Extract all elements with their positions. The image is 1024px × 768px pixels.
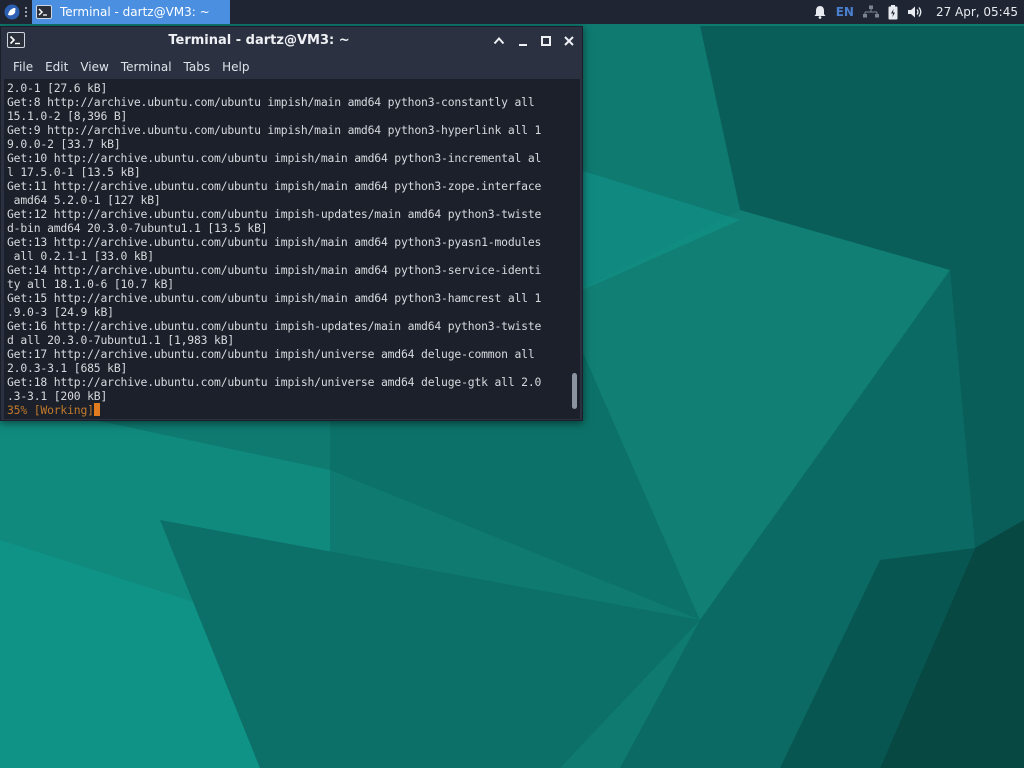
network-button[interactable] bbox=[862, 0, 879, 24]
terminal-line: d all 20.3.0-7ubuntu1.1 [1,983 kB] bbox=[7, 333, 235, 347]
terminal-icon bbox=[36, 5, 52, 19]
terminal-line: Get:14 http://archive.ubuntu.com/ubuntu … bbox=[7, 263, 542, 277]
menu-view[interactable]: View bbox=[76, 55, 116, 79]
notification-bell-icon bbox=[814, 6, 826, 19]
window-title: Terminal - dartz@VM3: ~ bbox=[168, 33, 350, 48]
close-button[interactable] bbox=[561, 33, 577, 49]
terminal-line: Get:11 http://archive.ubuntu.com/ubuntu … bbox=[7, 179, 542, 193]
terminal-line: 2.0.3-3.1 [685 kB] bbox=[7, 361, 128, 375]
whisker-menu-button[interactable] bbox=[1, 1, 23, 23]
terminal-line: all 0.2.1-1 [33.0 kB] bbox=[7, 249, 154, 263]
keyboard-layout-button[interactable]: EN bbox=[836, 0, 854, 24]
terminal-line: d-bin amd64 20.3.0-7ubuntu1.1 [13.5 kB] bbox=[7, 221, 268, 235]
terminal-line: Get:15 http://archive.ubuntu.com/ubuntu … bbox=[7, 291, 542, 305]
menu-tabs[interactable]: Tabs bbox=[180, 55, 219, 79]
taskbar-item-label: Terminal - dartz@VM3: ~ bbox=[60, 5, 210, 19]
maximize-up-icon bbox=[493, 37, 505, 45]
menu-bar: File Edit View Terminal Tabs Help bbox=[1, 55, 582, 79]
terminal-line: Get:16 http://archive.ubuntu.com/ubuntu … bbox=[7, 319, 542, 333]
network-icon bbox=[862, 5, 879, 18]
menu-file[interactable]: File bbox=[1, 55, 41, 79]
terminal-line: amd64 5.2.0-1 [127 kB] bbox=[7, 193, 161, 207]
volume-button[interactable] bbox=[907, 0, 923, 24]
panel-separator bbox=[23, 1, 29, 23]
shade-button[interactable] bbox=[491, 33, 507, 49]
terminal-line: .3-3.1 [200 kB] bbox=[7, 389, 108, 403]
menu-help[interactable]: Help bbox=[218, 55, 257, 79]
menu-edit[interactable]: Edit bbox=[41, 55, 76, 79]
terminal-line: Get:17 http://archive.ubuntu.com/ubuntu … bbox=[7, 347, 535, 361]
scrollbar-thumb[interactable] bbox=[572, 373, 577, 409]
maximize-button[interactable] bbox=[538, 33, 554, 49]
system-tray: EN 27 Apr, 05:45 bbox=[813, 0, 1024, 24]
terminal-line: l 17.5.0-1 [13.5 kB] bbox=[7, 165, 141, 179]
terminal-line: Get:8 http://archive.ubuntu.com/ubuntu i… bbox=[7, 95, 535, 109]
power-button[interactable] bbox=[888, 0, 898, 24]
terminal-cursor bbox=[93, 403, 100, 416]
terminal-line: 2.0-1 [27.6 kB] bbox=[7, 81, 108, 95]
terminal-line: Get:18 http://archive.ubuntu.com/ubuntu … bbox=[7, 375, 542, 389]
terminal-line: 9.0.0-2 [33.7 kB] bbox=[7, 137, 121, 151]
clock[interactable]: 27 Apr, 05:45 bbox=[936, 5, 1018, 19]
minimize-icon bbox=[519, 44, 527, 46]
terminal-line: 15.1.0-2 [8,396 B] bbox=[7, 109, 128, 123]
keyboard-layout-indicator: EN bbox=[835, 5, 854, 19]
minimize-button[interactable] bbox=[515, 33, 531, 49]
window-titlebar[interactable]: Terminal - dartz@VM3: ~ bbox=[1, 27, 582, 55]
whisker-menu-icon bbox=[4, 4, 20, 20]
terminal-output[interactable]: 2.0-1 [27.6 kB] Get:8 http://archive.ubu… bbox=[4, 79, 570, 419]
terminal-line: Get:9 http://archive.ubuntu.com/ubuntu i… bbox=[7, 123, 542, 137]
terminal-line: ty all 18.1.0-6 [10.7 kB] bbox=[7, 277, 174, 291]
terminal-line: Get:10 http://archive.ubuntu.com/ubuntu … bbox=[7, 151, 542, 165]
terminal-window[interactable]: Terminal - dartz@VM3: ~ File Edit View T… bbox=[0, 26, 583, 421]
menu-terminal[interactable]: Terminal bbox=[117, 55, 180, 79]
close-icon bbox=[564, 36, 574, 46]
terminal-scrollbar[interactable] bbox=[570, 79, 580, 419]
volume-icon bbox=[907, 6, 922, 18]
apt-progress-status: 35% [Working] bbox=[7, 403, 94, 417]
terminal-line: Get:13 http://archive.ubuntu.com/ubuntu … bbox=[7, 235, 542, 249]
top-panel: Terminal - dartz@VM3: ~ EN 27 Apr, 05:45 bbox=[0, 0, 1024, 24]
taskbar-item-terminal[interactable]: Terminal - dartz@VM3: ~ bbox=[32, 0, 230, 24]
battery-icon bbox=[888, 4, 898, 19]
terminal-line: .9.0-3 [24.9 kB] bbox=[7, 305, 114, 319]
terminal-line: Get:12 http://archive.ubuntu.com/ubuntu … bbox=[7, 207, 542, 221]
terminal-text: 2.0-1 [27.6 kB] Get:8 http://archive.ubu… bbox=[4, 79, 570, 417]
notifications-button[interactable] bbox=[813, 0, 827, 24]
maximize-icon bbox=[541, 36, 551, 46]
